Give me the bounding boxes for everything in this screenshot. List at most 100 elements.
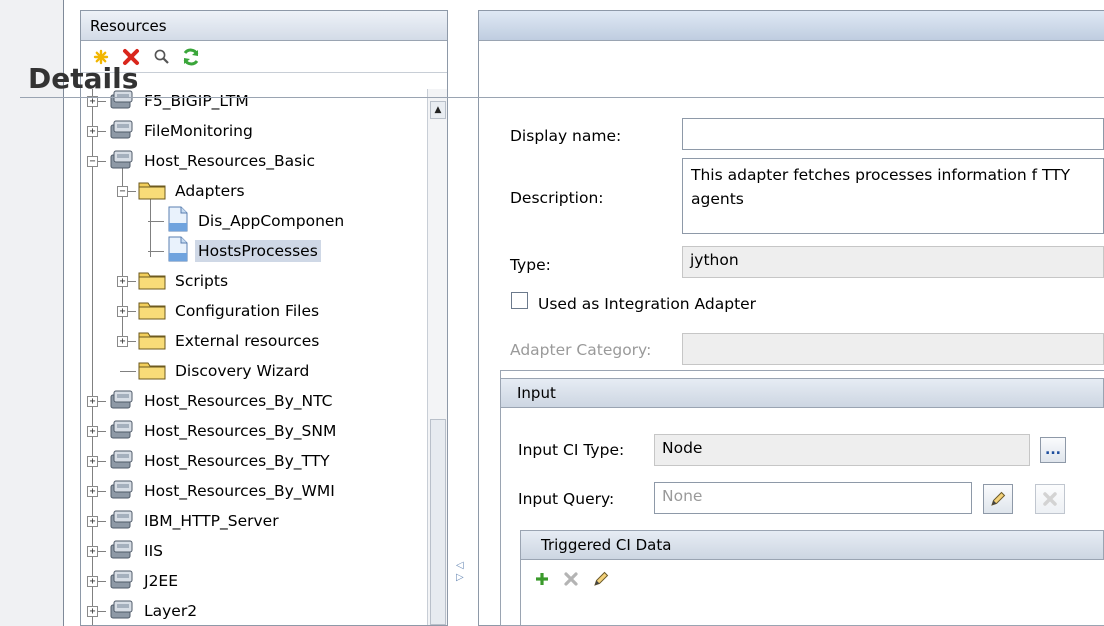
input-ci-type-field: Node (654, 434, 1030, 466)
tree-item[interactable]: Host_Resources_By_SNM (109, 416, 339, 446)
refresh-icon[interactable] (181, 46, 201, 68)
tree-item[interactable]: Scripts (138, 266, 231, 296)
tree-item[interactable]: IIS (109, 536, 166, 566)
tree-item[interactable]: IBM_HTTP_Server (109, 506, 282, 536)
package-icon (109, 388, 135, 414)
resources-panel-title: Resources (81, 11, 447, 41)
tree-item-label: IBM_HTTP_Server (144, 512, 279, 530)
details-divider (20, 97, 1104, 98)
find-icon[interactable] (151, 46, 171, 68)
tree-item-label: IIS (144, 542, 163, 560)
tree-item[interactable]: Host_Resources_By_NTC (109, 386, 335, 416)
package-icon (109, 448, 135, 474)
details-panel-header (479, 11, 1104, 41)
tree-item-label: Discovery Wizard (175, 362, 310, 380)
resources-tree: F5_BIGIP_LTM + FileMonitoring + Host_Resourc… (81, 89, 429, 625)
tree-item-label: Adapters (175, 182, 245, 200)
expand-icon[interactable]: + (87, 456, 98, 467)
tree-item-label: Layer2 (144, 602, 198, 620)
tree-item-label: Host_Resources_By_WMI (144, 482, 335, 500)
tree-item-label: Host_Resources_By_SNM (144, 422, 337, 440)
tree-item[interactable]: Discovery Wizard (138, 356, 312, 386)
expand-icon[interactable]: + (117, 336, 128, 347)
tree-item-label: F5_BIGIP_LTM (144, 92, 249, 110)
package-icon (109, 538, 135, 564)
tree-item-label: J2EE (144, 572, 179, 590)
expand-icon[interactable]: + (87, 546, 98, 557)
tree-guide-line (92, 89, 93, 625)
file-icon (167, 236, 189, 266)
ellipsis-icon: ... (1045, 442, 1061, 458)
tree-item[interactable]: Dis_AppComponen (167, 206, 347, 236)
description-label: Description: (510, 189, 604, 207)
tree-connector (148, 221, 164, 222)
expand-icon[interactable]: + (117, 276, 128, 287)
remove-query-button[interactable] (1035, 484, 1065, 514)
tree-item[interactable]: Layer2 (109, 596, 200, 625)
tree-item[interactable]: J2EE (109, 566, 181, 596)
tree-item[interactable]: Host_Resources_Basic (109, 146, 318, 176)
tree-item[interactable]: Host_Resources_By_TTY (109, 446, 333, 476)
expand-icon[interactable]: + (87, 396, 98, 407)
tree-item[interactable]: Adapters (138, 176, 248, 206)
package-icon (109, 598, 135, 624)
input-query-field[interactable]: None (654, 482, 972, 514)
display-name-field[interactable] (682, 118, 1104, 150)
tree-item-label: Configuration Files (175, 302, 320, 320)
expand-icon[interactable]: + (87, 426, 98, 437)
expand-icon[interactable]: + (87, 126, 98, 137)
expand-icon[interactable]: + (87, 486, 98, 497)
tree-item-label: FileMonitoring (144, 122, 253, 140)
tree-item[interactable]: External resources (138, 326, 322, 356)
pencil-icon (991, 491, 1006, 506)
description-field[interactable]: This adapter fetches processes informati… (682, 158, 1104, 234)
delete-icon[interactable] (562, 570, 580, 588)
triggered-ci-data-header: Triggered CI Data (520, 530, 1104, 560)
tree-item-label: Host_Resources_By_NTC (144, 392, 333, 410)
collapse-icon[interactable]: − (117, 186, 128, 197)
package-icon (109, 568, 135, 594)
type-label: Type: (510, 256, 551, 274)
scroll-up-arrow-icon[interactable]: ▲ (430, 101, 446, 119)
tree-connector (120, 371, 136, 372)
tree-item[interactable]: FileMonitoring (109, 116, 256, 146)
tree-scrollbar[interactable]: ▲ (427, 89, 447, 625)
remove-icon (1043, 492, 1057, 506)
package-icon (109, 418, 135, 444)
tree-guide-line (150, 197, 151, 257)
package-icon (109, 508, 135, 534)
expand-icon[interactable]: + (117, 306, 128, 317)
folder-icon (138, 298, 166, 324)
tree-item[interactable]: HostsProcesses (167, 236, 321, 266)
type-field: jython (682, 246, 1104, 278)
display-name-label: Display name: (510, 127, 622, 145)
expand-icon[interactable]: + (87, 576, 98, 587)
folder-icon (138, 358, 166, 384)
integration-adapter-checkbox[interactable] (511, 292, 528, 309)
add-icon[interactable] (534, 571, 550, 587)
ci-type-browse-button[interactable]: ... (1040, 437, 1066, 463)
edit-query-button[interactable] (983, 484, 1013, 514)
scroll-thumb[interactable] (430, 419, 446, 625)
tree-item[interactable]: Configuration Files (138, 296, 322, 326)
adapter-category-field (682, 333, 1104, 365)
folder-icon (138, 268, 166, 294)
resources-panel: Resources F5_BIGIP_LTM + FileMonitoring + Ho… (80, 10, 448, 626)
tree-item[interactable]: Host_Resources_By_WMI (109, 476, 338, 506)
tree-item-label: Host_Resources_By_TTY (144, 452, 330, 470)
panel-splitter[interactable]: ◁ ▷ (456, 560, 464, 584)
expand-icon[interactable]: + (87, 606, 98, 617)
package-icon (109, 148, 135, 174)
input-section-header[interactable]: Input (500, 378, 1104, 408)
file-icon (167, 206, 189, 236)
tree-item-label: Scripts (175, 272, 229, 290)
tree-item-label: Dis_AppComponen (198, 212, 345, 230)
edit-icon[interactable] (592, 570, 610, 588)
package-icon (109, 118, 135, 144)
integration-adapter-label: Used as Integration Adapter (538, 295, 757, 313)
details-title: Details (28, 62, 139, 95)
collapse-icon[interactable]: − (87, 156, 98, 167)
expand-icon[interactable]: + (87, 516, 98, 527)
folder-icon (138, 328, 166, 354)
adapter-category-label: Adapter Category: (510, 341, 652, 359)
